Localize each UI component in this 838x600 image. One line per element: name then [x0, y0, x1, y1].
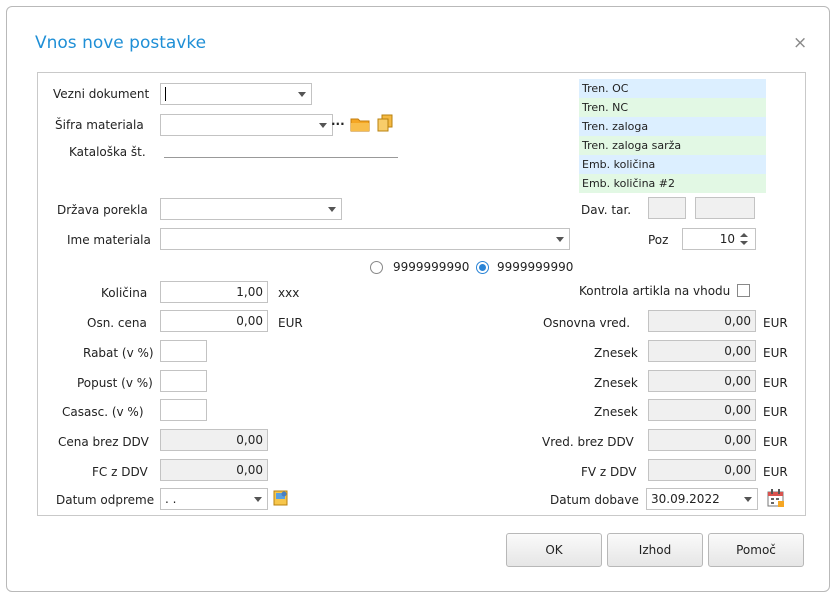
kataloska-field-line[interactable] — [164, 157, 398, 158]
osnovna-vred-value: 0,00 — [724, 314, 751, 328]
kontrola-checkbox[interactable] — [737, 284, 750, 297]
rabat-label: Rabat (v %) — [83, 346, 154, 360]
kolicina-field[interactable]: 1,00 — [160, 281, 268, 303]
info-item: Tren. zaloga sarža — [579, 136, 766, 155]
casasc-label: Casasc. (v %) — [62, 405, 144, 419]
copy-icon[interactable] — [376, 114, 394, 132]
casasc-field[interactable] — [160, 399, 207, 421]
info-list: Tren. OC Tren. NC Tren. zaloga Tren. zal… — [579, 79, 766, 195]
ok-button[interactable]: OK — [506, 533, 602, 567]
znesek-value-3: 0,00 — [724, 403, 751, 417]
znesek-value-2: 0,00 — [724, 374, 751, 388]
fv-z-ddv-value: 0,00 — [724, 463, 751, 477]
osnovna-vred-unit: EUR — [763, 316, 788, 330]
izhod-button[interactable]: Izhod — [607, 533, 703, 567]
info-item: Emb. količina — [579, 155, 766, 174]
kolicina-unit: xxx — [278, 286, 300, 300]
radio-option-2[interactable] — [476, 261, 489, 274]
osnovna-vred-field[interactable]: 0,00 — [648, 310, 756, 332]
info-item: Tren. OC — [579, 79, 766, 98]
combo-arrow-icon — [298, 92, 306, 97]
znesek-unit-3: EUR — [763, 405, 788, 419]
vred-brez-ddv-unit: EUR — [763, 435, 788, 449]
fv-z-ddv-unit: EUR — [763, 465, 788, 479]
vezni-dokument-combo[interactable] — [160, 83, 312, 105]
datum-odpreme-value: . . — [165, 492, 177, 506]
radio-option-1-label: 9999999990 — [393, 260, 470, 274]
znesek-unit-2: EUR — [763, 376, 788, 390]
znesek-unit-1: EUR — [763, 346, 788, 360]
fv-z-ddv-field[interactable]: 0,00 — [648, 459, 756, 481]
vezni-dokument-label: Vezni dokument — [53, 87, 150, 101]
znesek-label-1: Znesek — [594, 346, 638, 360]
combo-arrow-icon — [328, 207, 336, 212]
info-item: Tren. zaloga — [579, 117, 766, 136]
drzava-porekla-label: Država porekla — [57, 203, 148, 217]
vred-brez-ddv-label: Vred. brez DDV — [542, 435, 634, 449]
znesek-field-1[interactable]: 0,00 — [648, 340, 756, 362]
cena-brez-ddv-value: 0,00 — [236, 433, 263, 447]
datum-dobave-value: 30.09.2022 — [651, 492, 720, 506]
info-item: Tren. NC — [579, 98, 766, 117]
kataloska-label: Kataloška št. — [69, 145, 146, 159]
combo-arrow-icon — [254, 497, 262, 502]
dav-tar-label: Dav. tar. — [581, 203, 632, 217]
datum-dobave-picker[interactable]: 30.09.2022 — [646, 488, 758, 510]
dav-tar-field-1[interactable] — [648, 197, 686, 219]
datum-dobave-label: Datum dobave — [550, 493, 639, 507]
combo-arrow-icon — [744, 497, 752, 502]
ellipsis-button[interactable]: ··· — [331, 116, 345, 132]
kolicina-value: 1,00 — [236, 285, 263, 299]
rabat-field[interactable] — [160, 340, 207, 362]
poz-value: 10 — [719, 232, 735, 246]
datum-odpreme-label: Datum odpreme — [56, 493, 155, 507]
combo-arrow-icon — [319, 123, 327, 128]
kolicina-label: Količina — [101, 286, 148, 300]
spinner-icon[interactable] — [739, 232, 749, 246]
sifra-materiala-combo[interactable] — [160, 114, 333, 136]
znesek-value-1: 0,00 — [724, 344, 751, 358]
text-caret — [165, 87, 166, 101]
znesek-label-3: Znesek — [594, 405, 638, 419]
cena-brez-ddv-field[interactable]: 0,00 — [160, 429, 268, 451]
datum-odpreme-picker[interactable]: . . — [160, 488, 268, 510]
kontrola-label: Kontrola artikla na vhodu — [579, 284, 731, 298]
osn-cena-unit: EUR — [278, 316, 303, 330]
close-icon[interactable]: × — [793, 33, 807, 53]
znesek-field-3[interactable]: 0,00 — [648, 399, 756, 421]
dialog-title: Vnos nove postavke — [35, 33, 207, 53]
znesek-field-2[interactable]: 0,00 — [648, 370, 756, 392]
pomoc-button[interactable]: Pomoč — [708, 533, 804, 567]
osn-cena-label: Osn. cena — [87, 316, 147, 330]
calendar-icon[interactable] — [766, 488, 786, 508]
popust-field[interactable] — [160, 370, 207, 392]
folder-icon[interactable] — [350, 116, 370, 132]
fc-z-ddv-label: FC z DDV — [92, 465, 148, 479]
dav-tar-field-2[interactable] — [695, 197, 755, 219]
popust-label: Popust (v %) — [77, 376, 153, 390]
combo-arrow-icon — [556, 237, 564, 242]
radio-option-2-label: 9999999990 — [497, 260, 574, 274]
fv-z-ddv-label: FV z DDV — [581, 465, 637, 479]
osnovna-vred-label: Osnovna vred. — [543, 316, 631, 330]
fc-z-ddv-field[interactable]: 0,00 — [160, 459, 268, 481]
vred-brez-ddv-value: 0,00 — [724, 433, 751, 447]
osn-cena-value: 0,00 — [236, 314, 263, 328]
cena-brez-ddv-label: Cena brez DDV — [58, 435, 149, 449]
note-icon[interactable] — [272, 489, 290, 507]
fc-z-ddv-value: 0,00 — [236, 463, 263, 477]
drzava-porekla-combo[interactable] — [160, 198, 342, 220]
vred-brez-ddv-field[interactable]: 0,00 — [648, 429, 756, 451]
ime-materiala-label: Ime materiala — [67, 233, 151, 247]
znesek-label-2: Znesek — [594, 376, 638, 390]
info-item: Emb. količina #2 — [579, 174, 766, 193]
osn-cena-field[interactable]: 0,00 — [160, 310, 268, 332]
radio-option-1[interactable] — [370, 261, 383, 274]
poz-label: Poz — [648, 233, 669, 247]
sifra-materiala-label: Šifra materiala — [55, 118, 144, 132]
ime-materiala-combo[interactable] — [160, 228, 570, 250]
